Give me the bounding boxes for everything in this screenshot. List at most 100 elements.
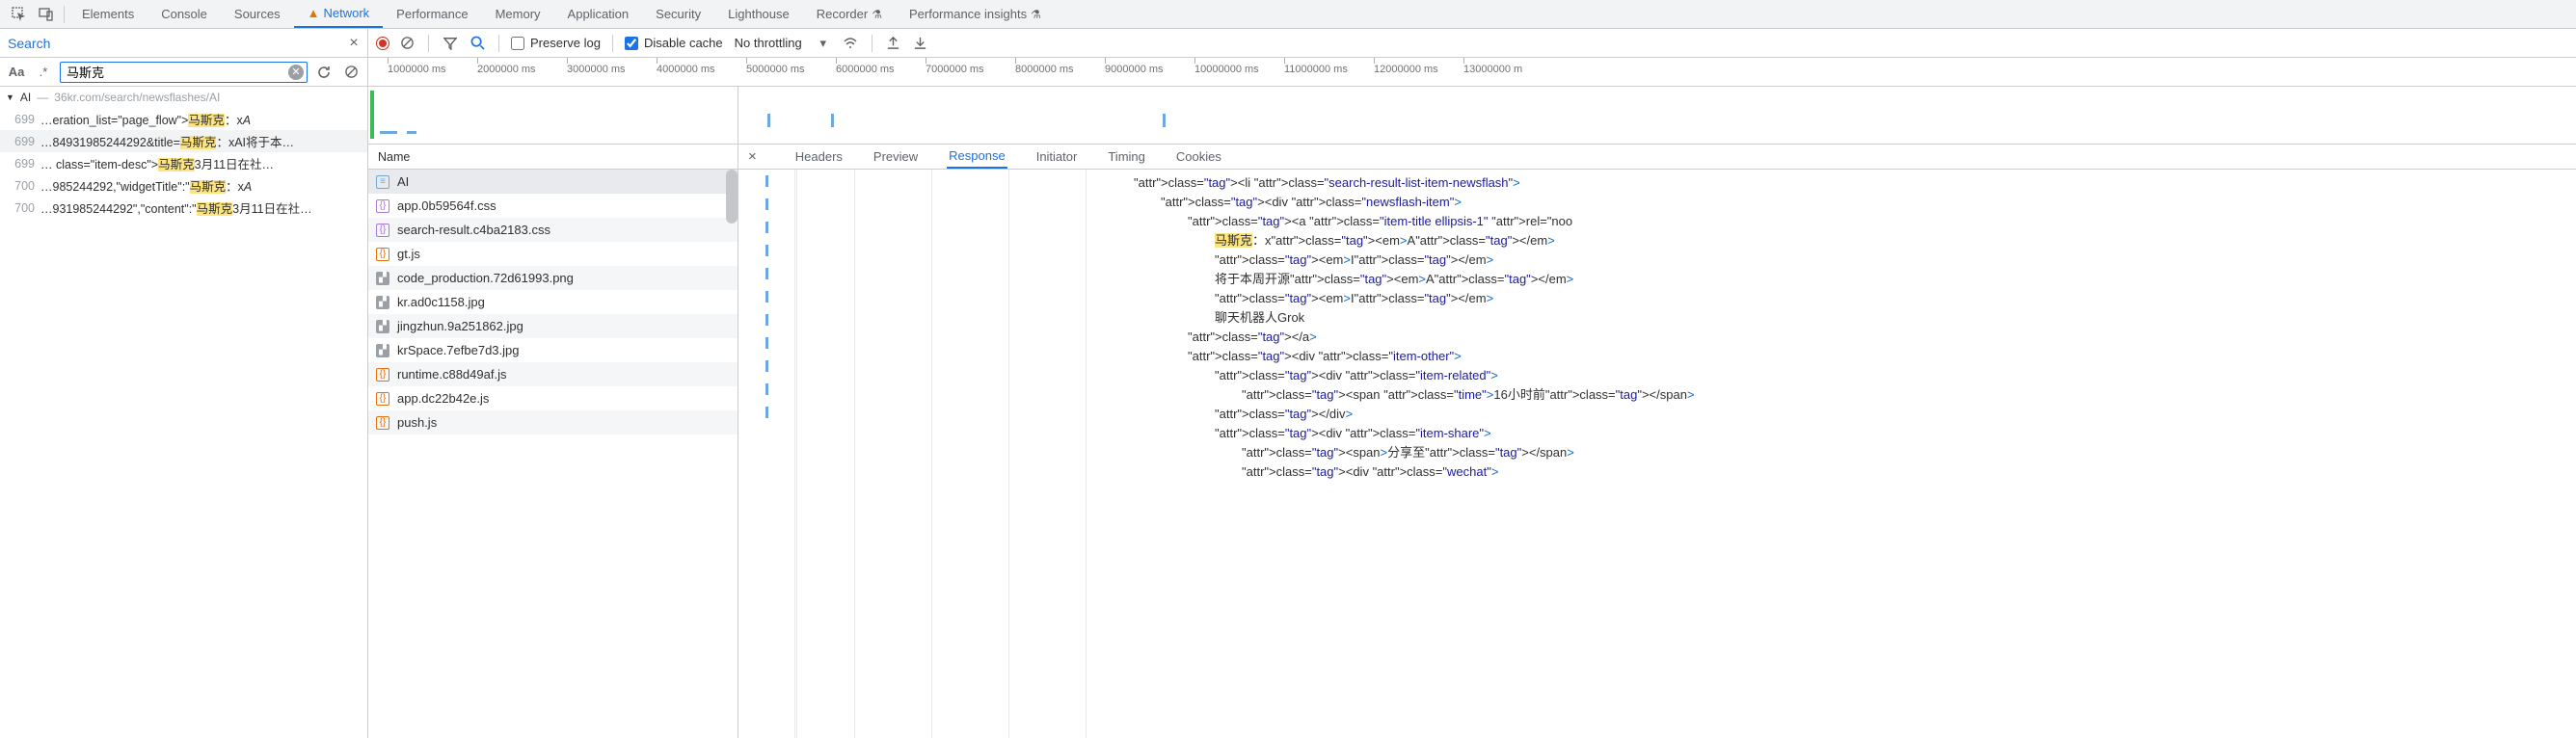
tab-sources[interactable]: Sources xyxy=(221,0,294,28)
js-file-icon: {} xyxy=(376,248,389,261)
refresh-icon[interactable] xyxy=(313,62,335,83)
device-toolbar-icon[interactable] xyxy=(33,1,60,28)
inspect-element-icon[interactable] xyxy=(6,1,33,28)
collapse-triangle-icon[interactable]: ▼ xyxy=(6,92,14,102)
disable-cache-checkbox[interactable]: Disable cache xyxy=(625,36,723,50)
request-name: jingzhun.9a251862.jpg xyxy=(397,319,523,333)
requests-name-header[interactable]: Name xyxy=(368,145,738,170)
detail-tab-timing[interactable]: Timing xyxy=(1106,145,1147,168)
timeline-tick: 9000000 ms xyxy=(1105,64,1164,75)
search-result-row[interactable]: 699…eration_list="page_flow">马斯克：xA xyxy=(0,108,367,130)
search-result-row[interactable]: 700…985244292,"widgetTitle":"马斯克：xA xyxy=(0,174,367,197)
filter-icon[interactable] xyxy=(441,34,460,53)
detail-tab-response[interactable]: Response xyxy=(947,145,1007,169)
tab-console[interactable]: Console xyxy=(148,0,221,28)
request-row[interactable]: ▞ kr.ad0c1158.jpg xyxy=(368,290,738,314)
request-row[interactable]: {}push.js xyxy=(368,410,738,435)
detail-tab-headers[interactable]: Headers xyxy=(793,145,845,168)
request-name: search-result.c4ba2183.css xyxy=(397,223,550,237)
search-icon[interactable] xyxy=(468,34,487,53)
request-name: AI xyxy=(397,174,409,189)
line-number: 699 xyxy=(8,135,40,148)
search-result-group[interactable]: ▼ AI — 36kr.com/search/newsflashes/AI xyxy=(0,87,367,108)
request-name: app.dc22b42e.js xyxy=(397,391,489,406)
clear-search-icon[interactable]: ✕ xyxy=(288,65,304,80)
request-name: gt.js xyxy=(397,247,420,261)
request-row[interactable]: ▞ code_production.72d61993.png xyxy=(368,266,738,290)
record-button[interactable] xyxy=(376,37,389,50)
wifi-icon[interactable] xyxy=(841,34,860,53)
request-row[interactable]: {}search-result.c4ba2183.css xyxy=(368,218,738,242)
tab-performance[interactable]: Performance xyxy=(383,0,481,28)
match-case-toggle[interactable]: Aa xyxy=(6,62,27,83)
css-file-icon: {} xyxy=(376,199,389,213)
tab-memory[interactable]: Memory xyxy=(482,0,554,28)
search-controls: Aa .* ✕ xyxy=(0,58,368,86)
js-file-icon: {} xyxy=(376,416,389,430)
tab-application[interactable]: Application xyxy=(554,0,643,28)
timeline-tick: 3000000 ms xyxy=(567,64,626,75)
request-row[interactable]: ▞krSpace.7efbe7d3.jpg xyxy=(368,338,738,362)
detail-tab-cookies[interactable]: Cookies xyxy=(1174,145,1223,168)
clear-icon[interactable] xyxy=(397,34,416,53)
request-row[interactable]: ▞ jingzhun.9a251862.jpg xyxy=(368,314,738,338)
tab-network[interactable]: ▲Network xyxy=(294,0,384,28)
network-toolbar: Preserve log Disable cache No throttling… xyxy=(368,29,2576,57)
upload-icon[interactable] xyxy=(884,34,903,53)
search-results-panel: ▼ AI — 36kr.com/search/newsflashes/AI 69… xyxy=(0,87,368,738)
tab-elements[interactable]: Elements xyxy=(68,0,148,28)
search-result-row[interactable]: 699…84931985244292&title=马斯克：xAI将于本… xyxy=(0,130,367,152)
throttling-select[interactable]: No throttling xyxy=(731,36,806,50)
network-toolbar-row: Search × Preserve log Disable ca xyxy=(0,29,2576,58)
chevron-down-icon[interactable]: ▾ xyxy=(814,34,833,53)
regex-toggle[interactable]: .* xyxy=(33,62,54,83)
request-row[interactable]: {} app.0b59564f.css xyxy=(368,194,738,218)
download-icon[interactable] xyxy=(911,34,930,53)
search-drawer-header: Search × xyxy=(0,29,368,57)
request-name: app.0b59564f.css xyxy=(397,198,496,213)
search-result-row[interactable]: 700…931985244292","content":"马斯克3月11日在社… xyxy=(0,197,367,219)
close-detail-icon[interactable]: × xyxy=(748,148,757,165)
search-result-row[interactable]: 699… class="item-desc">马斯克3月11日在社… xyxy=(0,152,367,174)
timeline-tick: 6000000 ms xyxy=(836,64,895,75)
warning-icon: ▲ xyxy=(308,6,320,20)
tab-security[interactable]: Security xyxy=(642,0,714,28)
tab-lighthouse[interactable]: Lighthouse xyxy=(714,0,803,28)
request-detail-panel: × Headers Preview Response Initiator Timing C… xyxy=(738,87,2576,738)
cancel-search-icon[interactable] xyxy=(340,62,362,83)
img-file-icon: ▞ xyxy=(376,344,389,357)
network-overview-strip[interactable] xyxy=(368,87,738,145)
img-file-icon: ▞ xyxy=(376,320,389,333)
timeline-tick: 10000000 ms xyxy=(1194,64,1259,75)
search-input[interactable] xyxy=(60,62,308,83)
detail-overview-strip[interactable] xyxy=(738,87,2576,145)
tab-recorder[interactable]: Recorder ⚗ xyxy=(803,0,896,28)
line-number: 700 xyxy=(8,179,40,193)
timeline-tick: 4000000 ms xyxy=(657,64,715,75)
tab-performance-insights[interactable]: Performance insights ⚗ xyxy=(896,0,1055,28)
request-row[interactable]: {} gt.js xyxy=(368,242,738,266)
response-body[interactable]: "attr">class="tag"><li "attr">class="sea… xyxy=(796,170,2576,738)
beaker-icon: ⚗ xyxy=(1031,8,1041,21)
line-number: 700 xyxy=(8,201,40,215)
detail-tab-initiator[interactable]: Initiator xyxy=(1034,145,1080,168)
img-file-icon: ▞ xyxy=(376,296,389,309)
request-name: code_production.72d61993.png xyxy=(397,271,574,285)
third-row: Aa .* ✕ 1000000 ms2000000 ms3000000 ms40… xyxy=(0,58,2576,87)
timeline-tick: 1000000 ms xyxy=(388,64,446,75)
detail-tab-preview[interactable]: Preview xyxy=(872,145,920,168)
request-row[interactable]: {}runtime.c88d49af.js xyxy=(368,362,738,386)
request-row[interactable]: {}app.dc22b42e.js xyxy=(368,386,738,410)
timeline-tick: 13000000 m xyxy=(1463,64,1522,75)
request-name: runtime.c88d49af.js xyxy=(397,367,506,382)
line-number: 699 xyxy=(8,113,40,126)
timeline-ruler[interactable]: 1000000 ms2000000 ms3000000 ms4000000 ms… xyxy=(368,58,2576,86)
scrollbar[interactable] xyxy=(726,170,738,224)
img-file-icon: ▞ xyxy=(376,272,389,285)
request-name: kr.ad0c1158.jpg xyxy=(397,295,485,309)
preserve-log-checkbox[interactable]: Preserve log xyxy=(511,36,601,50)
beaker-icon: ⚗ xyxy=(872,8,882,21)
close-icon[interactable]: × xyxy=(340,35,367,52)
search-drawer-title: Search xyxy=(0,36,340,51)
request-row[interactable]: ≡AI xyxy=(368,170,738,194)
